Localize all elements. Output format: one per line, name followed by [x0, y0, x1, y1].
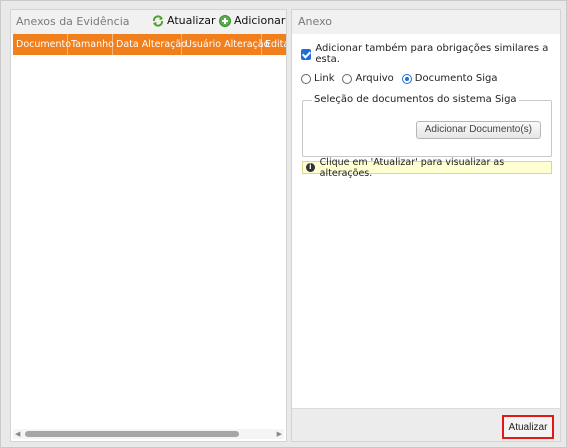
- column-header-editar[interactable]: Editar: [262, 34, 286, 55]
- radio-documento-siga[interactable]: Documento Siga: [401, 73, 498, 84]
- panel-title: Anexos da Evidência: [16, 15, 130, 28]
- grid-header: Documento Tamanho Data Alteração Usuário…: [13, 34, 286, 55]
- radio-label: Arquivo: [355, 73, 394, 84]
- similar-obligations-checkbox[interactable]: [301, 48, 312, 60]
- add-label: Adicionar: [234, 14, 286, 27]
- add-documents-button[interactable]: Adicionar Documento(s): [415, 121, 541, 139]
- column-header-usuario-alteracao[interactable]: Usuário Alteração: [182, 34, 269, 55]
- attachment-type-radio-group: Link Arquivo Documento Siga: [301, 73, 505, 84]
- panel-header: Anexo: [292, 10, 560, 34]
- add-button[interactable]: Adicionar: [219, 14, 285, 27]
- radio-button-selected[interactable]: [401, 73, 412, 84]
- attachment-panel: Anexo Adicionar também para obrigações s…: [291, 9, 561, 442]
- window-frame: Anexos da Evidência Atualizar Adicionar …: [0, 0, 567, 448]
- radio-button[interactable]: [301, 73, 311, 84]
- radio-label: Documento Siga: [414, 73, 498, 84]
- siga-documents-fieldset: Seleção de documentos do sistema Siga Ad…: [302, 94, 552, 157]
- panel-title: Anexo: [298, 15, 332, 28]
- panel-footer: Atualizar: [292, 408, 560, 441]
- horizontal-scrollbar[interactable]: ◀ ▶: [13, 429, 284, 439]
- radio-label: Link: [314, 73, 335, 84]
- radio-link[interactable]: Link: [301, 73, 334, 84]
- checkbox-label: Adicionar também para obrigações similar…: [315, 43, 549, 65]
- scroll-right-icon[interactable]: ▶: [277, 429, 282, 439]
- info-icon: i: [306, 163, 315, 172]
- radio-arquivo[interactable]: Arquivo: [342, 73, 394, 84]
- column-header-tamanho[interactable]: Tamanho: [68, 34, 114, 55]
- grid-body: [13, 55, 284, 435]
- evidence-attachments-panel: Anexos da Evidência Atualizar Adicionar …: [10, 9, 287, 442]
- info-text: Clique em 'Atualizar' para visualizar as…: [319, 156, 505, 179]
- similar-obligations-checkbox-row[interactable]: Adicionar também para obrigações similar…: [301, 43, 560, 65]
- refresh-icon: [152, 14, 164, 27]
- panel-header: Anexos da Evidência Atualizar Adicionar: [11, 10, 286, 34]
- column-header-documento[interactable]: Documento: [13, 34, 71, 55]
- add-icon: [219, 14, 231, 27]
- refresh-label: Atualizar: [167, 14, 216, 27]
- update-button[interactable]: Atualizar: [502, 415, 554, 439]
- fieldset-legend: Seleção de documentos do sistema Siga: [312, 94, 519, 105]
- refresh-button[interactable]: Atualizar: [152, 14, 216, 27]
- column-header-data-alteracao[interactable]: Data Alteração: [113, 34, 187, 55]
- info-message: i Clique em 'Atualizar' para visualizar …: [302, 157, 552, 179]
- scrollbar-thumb[interactable]: [25, 431, 239, 437]
- radio-button[interactable]: [342, 73, 353, 84]
- scroll-left-icon[interactable]: ◀: [15, 429, 20, 439]
